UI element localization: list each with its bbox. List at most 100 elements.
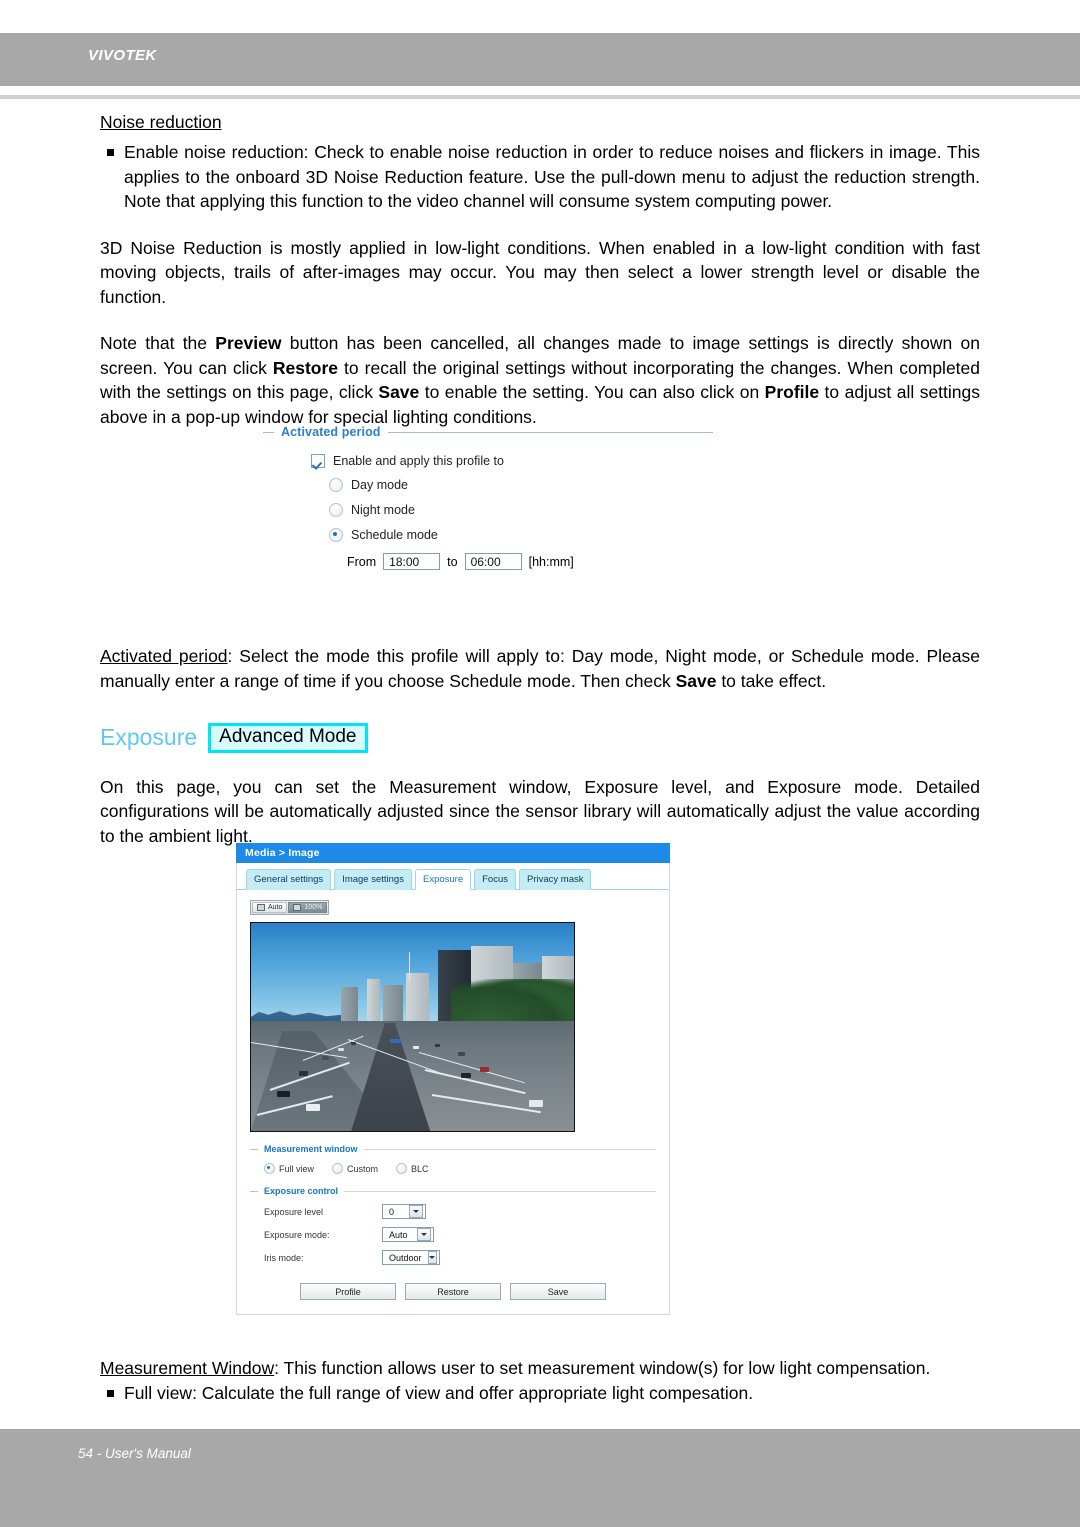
noise-reduction-heading: Noise reduction	[100, 112, 222, 132]
legend-dash	[250, 1148, 258, 1150]
chevron-down-icon[interactable]	[417, 1228, 431, 1241]
night-mode-radio[interactable]	[329, 503, 343, 517]
profile-button[interactable]: Profile	[300, 1283, 396, 1300]
measurement-window-legend: Measurement window	[250, 1144, 656, 1154]
vehicle	[299, 1070, 309, 1076]
full-view-bullet: Full view: Calculate the full range of v…	[100, 1381, 980, 1406]
iris-mode-row: Iris mode: Outdoor	[264, 1250, 656, 1265]
enable-profile-checkbox[interactable]	[311, 454, 325, 468]
blc-radio[interactable]	[396, 1163, 408, 1174]
measurement-window-description: Measurement Window: This function allows…	[100, 1358, 931, 1379]
vehicle	[276, 1091, 290, 1098]
camera-tab-bar: General settings Image settings Exposure…	[237, 863, 669, 890]
camera-action-buttons: Profile Restore Save	[263, 1283, 643, 1300]
full-view-label: Full view	[279, 1163, 315, 1174]
vehicle	[322, 1056, 330, 1061]
vehicle	[457, 1051, 465, 1056]
iris-mode-select[interactable]: Outdoor	[382, 1250, 440, 1265]
video-zoom-button[interactable]: 100%	[288, 902, 328, 913]
custom-label: Custom	[347, 1163, 379, 1174]
exposure-section-heading: Exposure Advanced Mode	[100, 723, 980, 753]
save-button[interactable]: Save	[510, 1283, 606, 1300]
tab-image-settings[interactable]: Image settings	[334, 869, 412, 890]
legend-rule	[344, 1190, 656, 1192]
from-time-input[interactable]: 18:00	[383, 553, 441, 570]
exposure-mode-label: Exposure mode:	[264, 1229, 330, 1240]
legend-rule	[387, 431, 713, 433]
iris-mode-label: Iris mode:	[264, 1252, 304, 1263]
option-custom[interactable]: Custom	[332, 1163, 378, 1174]
measurement-window-term: Measurement Window	[100, 1358, 275, 1379]
video-auto-label: Auto	[268, 904, 283, 911]
option-full-view[interactable]: Full view	[264, 1163, 314, 1174]
vehicle	[460, 1072, 471, 1078]
legend-dash	[250, 1190, 258, 1192]
activated-period-legend: Activated period	[263, 425, 713, 439]
advanced-mode-badge: Advanced Mode	[208, 723, 368, 753]
activated-period-term: Activated period	[100, 646, 228, 666]
noise-reduction-paragraph-2: 3D Noise Reduction is mostly applied in …	[100, 237, 980, 307]
video-toolbar: Auto 100%	[250, 900, 330, 915]
vehicle	[435, 1043, 441, 1047]
antenna-mast	[409, 952, 411, 982]
day-mode-radio[interactable]	[329, 478, 343, 492]
video-auto-button[interactable]: Auto	[252, 902, 288, 913]
legend-dash	[263, 431, 274, 433]
zoom-icon	[293, 904, 302, 911]
page-number-label: 54 - User's Manual	[78, 1446, 191, 1461]
radio-night-mode[interactable]: Night mode	[311, 503, 713, 517]
header-divider	[0, 95, 1080, 99]
screen-icon	[257, 904, 265, 911]
schedule-time-row: From 18:00 to 06:00 [hh:mm]	[311, 553, 713, 570]
enable-profile-label: Enable and apply this profile to	[333, 454, 504, 468]
activated-period-description: Activated period: Select the mode this p…	[100, 646, 980, 691]
enable-profile-row[interactable]: Enable and apply this profile to	[311, 454, 713, 468]
restore-button[interactable]: Restore	[405, 1283, 501, 1300]
vivotek-logo: VIVOTEK	[88, 47, 157, 64]
tab-focus[interactable]: Focus	[474, 869, 516, 890]
tab-general-settings[interactable]: General settings	[246, 869, 332, 890]
radio-schedule-mode[interactable]: Schedule mode	[311, 528, 713, 542]
page-header: VIVOTEK	[0, 33, 1080, 86]
video-zoom-label: 100%	[304, 904, 323, 911]
exposure-level-label: Exposure level	[264, 1206, 324, 1217]
vehicle	[338, 1047, 345, 1051]
day-mode-label: Day mode	[351, 478, 408, 492]
page-footer: 54 - User's Manual	[0, 1429, 1080, 1527]
schedule-mode-radio[interactable]	[329, 528, 343, 542]
legend-text: Exposure control	[264, 1186, 339, 1196]
tab-privacy-mask[interactable]: Privacy mask	[519, 869, 592, 890]
preview-note-paragraph: Note that the Preview button has been ca…	[100, 333, 981, 427]
exposure-title: Exposure	[100, 724, 198, 751]
exposure-control-legend: Exposure control	[250, 1186, 656, 1196]
legend-rule	[363, 1148, 656, 1150]
overhead-sign	[389, 1039, 402, 1044]
live-video-preview	[250, 922, 575, 1132]
vehicle	[528, 1099, 543, 1107]
exposure-intro-paragraph: On this page, you can set the Measuremen…	[100, 776, 980, 846]
to-time-input[interactable]: 06:00	[464, 553, 522, 570]
measurement-window-options: Full view Custom BLC	[264, 1163, 656, 1174]
camera-breadcrumb: Media > Image	[236, 843, 670, 863]
chevron-down-icon[interactable]	[409, 1205, 423, 1218]
custom-radio[interactable]	[332, 1163, 344, 1174]
activated-period-panel: Activated period Enable and apply this p…	[263, 425, 713, 570]
option-blc[interactable]: BLC	[396, 1163, 429, 1174]
time-format-hint: [hh:mm]	[528, 554, 574, 569]
exposure-mode-select[interactable]: Auto	[382, 1227, 434, 1242]
camera-ui-screenshot: Media > Image General settings Image set…	[236, 843, 670, 1315]
iris-mode-value: Outdoor	[389, 1252, 422, 1263]
exposure-mode-value: Auto	[389, 1229, 408, 1240]
radio-day-mode[interactable]: Day mode	[311, 478, 713, 492]
to-label: to	[447, 554, 458, 569]
vehicle	[305, 1103, 320, 1111]
blc-label: BLC	[411, 1163, 429, 1174]
full-view-radio[interactable]	[264, 1163, 275, 1174]
vehicle	[412, 1045, 419, 1049]
noise-reduction-bullet: Enable noise reduction: Check to enable …	[100, 140, 980, 214]
exposure-level-select[interactable]: 0	[382, 1204, 426, 1219]
exposure-mode-row: Exposure mode: Auto	[264, 1227, 656, 1242]
tab-exposure[interactable]: Exposure	[414, 869, 472, 890]
vehicle	[351, 1041, 357, 1045]
chevron-down-icon[interactable]	[427, 1251, 437, 1264]
